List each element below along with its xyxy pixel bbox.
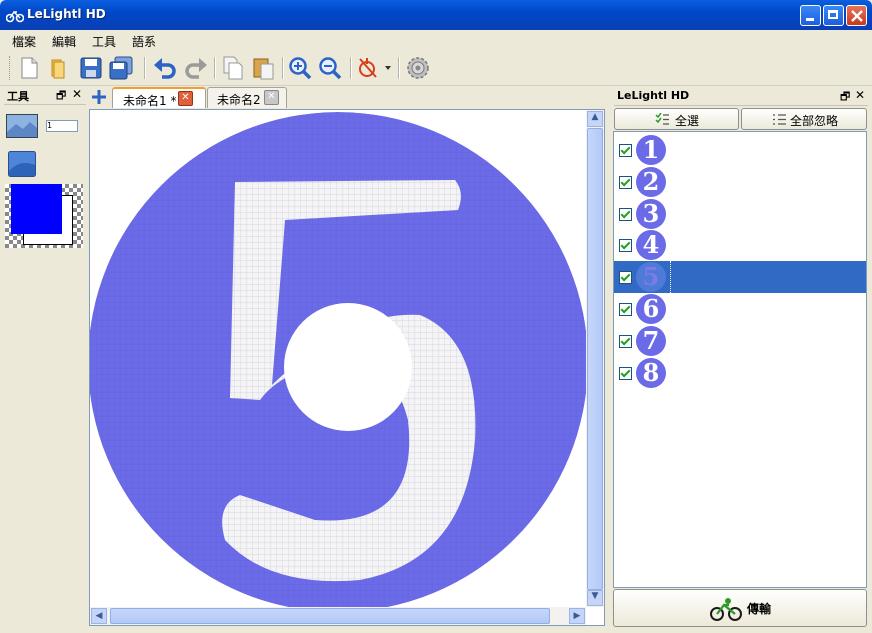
bicycle-icon xyxy=(710,598,742,621)
save-all-icon[interactable] xyxy=(108,55,134,81)
list-item[interactable]: 2 xyxy=(614,166,866,198)
item-checkbox[interactable] xyxy=(619,208,632,221)
layer-tool-icon[interactable] xyxy=(8,151,36,177)
panel-close-icon[interactable]: ✕ xyxy=(72,87,82,101)
shape-tool-icon[interactable] xyxy=(356,55,382,81)
item-number: 6 xyxy=(636,294,666,324)
vertical-scroll-thumb[interactable] xyxy=(587,128,603,590)
add-tab-icon[interactable] xyxy=(90,88,108,106)
checklist-icon xyxy=(655,113,669,125)
float-icon[interactable]: 🗗 xyxy=(840,88,850,107)
menu-bar xyxy=(0,30,872,52)
menu-tools[interactable]: 工具 xyxy=(92,33,116,50)
menu-language[interactable]: 語系 xyxy=(132,33,156,50)
list-item-selected[interactable]: 5 xyxy=(614,261,866,293)
item-checkbox[interactable] xyxy=(619,239,632,252)
image-tool-icon[interactable] xyxy=(6,114,38,138)
item-number: 2 xyxy=(636,167,666,197)
ignore-all-button[interactable]: 全部忽略 xyxy=(741,108,867,130)
item-number: 8 xyxy=(636,358,666,388)
drawing-canvas[interactable] xyxy=(90,110,586,608)
window-title: LeLightl HD xyxy=(27,7,106,21)
item-checkbox[interactable] xyxy=(619,271,632,284)
minimize-button[interactable] xyxy=(800,5,821,26)
new-file-icon[interactable] xyxy=(16,55,42,81)
zoom-in-icon[interactable] xyxy=(287,55,313,81)
item-number: 7 xyxy=(636,326,666,356)
scroll-down-button[interactable]: ▼ xyxy=(587,590,603,606)
center-hole xyxy=(284,303,412,431)
list-item[interactable]: 6 xyxy=(614,293,866,325)
item-number: 1 xyxy=(636,135,666,165)
item-checkbox[interactable] xyxy=(619,176,632,189)
select-all-label: 全選 xyxy=(675,114,700,128)
close-icon xyxy=(851,10,863,22)
item-number: 5 xyxy=(636,262,666,292)
tools-panel-header: 工具 🗗 ✕ xyxy=(4,87,86,105)
ignore-all-label: 全部忽略 xyxy=(790,114,839,128)
settings-gear-icon[interactable] xyxy=(405,55,431,81)
line-width-field[interactable]: 1 xyxy=(46,120,78,132)
tab-close-icon[interactable]: ✕ xyxy=(264,90,279,105)
title-bar xyxy=(0,0,872,30)
list-item[interactable]: 1 xyxy=(614,134,866,166)
save-icon[interactable] xyxy=(78,55,104,81)
list-icon xyxy=(773,114,786,125)
scroll-right-button[interactable]: ▶ xyxy=(569,608,585,624)
paste-icon[interactable] xyxy=(250,55,276,81)
list-item[interactable]: 8 xyxy=(614,357,866,389)
float-icon[interactable]: 🗗 xyxy=(56,87,66,106)
menu-edit[interactable]: 編輯 xyxy=(52,33,76,50)
tab-close-icon[interactable]: ✕ xyxy=(178,91,193,106)
right-panel-title: LeLightl HD xyxy=(617,89,690,102)
menu-file[interactable]: 檔案 xyxy=(12,33,36,50)
bicycle-icon xyxy=(6,10,24,23)
tab-untitled1[interactable]: 未命名1 * ✕ xyxy=(112,87,206,108)
panel-close-icon[interactable]: ✕ xyxy=(855,88,865,102)
list-item[interactable]: 7 xyxy=(614,325,866,357)
primary-color-swatch[interactable] xyxy=(11,184,62,234)
chevron-down-icon[interactable] xyxy=(385,66,391,71)
send-label: 傳輸 xyxy=(747,602,772,616)
item-checkbox[interactable] xyxy=(619,144,632,157)
item-checkbox[interactable] xyxy=(619,367,632,380)
tab-untitled2[interactable]: 未命名2 ✕ xyxy=(207,87,287,108)
close-button[interactable] xyxy=(846,5,867,26)
item-checkbox[interactable] xyxy=(619,335,632,348)
item-number: 3 xyxy=(636,199,666,229)
select-all-button[interactable]: 全選 xyxy=(614,108,739,130)
list-item[interactable]: 4 xyxy=(614,229,866,261)
list-item[interactable]: 3 xyxy=(614,198,866,230)
send-button[interactable]: 傳輸 xyxy=(613,589,867,627)
right-panel-header: LeLightl HD 🗗 ✕ xyxy=(614,87,868,106)
scroll-left-button[interactable]: ◀ xyxy=(91,608,107,624)
horizontal-scroll-thumb[interactable] xyxy=(110,608,550,624)
redo-icon[interactable] xyxy=(183,55,209,81)
scroll-up-button[interactable]: ▲ xyxy=(587,111,603,127)
maximize-button[interactable] xyxy=(823,5,844,26)
tab-label: 未命名2 xyxy=(217,93,261,107)
zoom-out-icon[interactable] xyxy=(317,55,343,81)
item-checkbox[interactable] xyxy=(619,303,632,316)
open-folder-icon[interactable] xyxy=(46,55,72,81)
copy-icon[interactable] xyxy=(220,55,246,81)
tools-panel-title: 工具 xyxy=(7,90,29,103)
item-number: 4 xyxy=(636,230,666,260)
undo-icon[interactable] xyxy=(152,55,178,81)
tab-label: 未命名1 * xyxy=(123,94,177,108)
